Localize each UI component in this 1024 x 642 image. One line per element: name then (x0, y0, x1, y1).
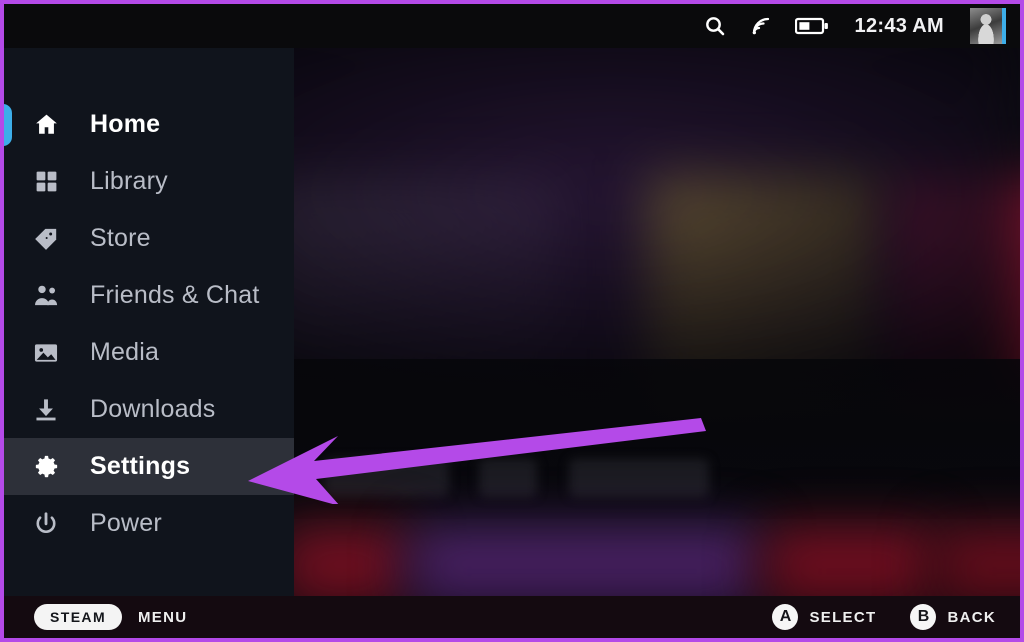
gear-icon (32, 453, 60, 481)
bg-ghost-button-3 (569, 459, 709, 497)
hint-select-label: SELECT (809, 608, 877, 626)
menu-label: MENU (138, 608, 188, 626)
wifi-icon (752, 17, 769, 35)
sidebar-item-friends-chat[interactable]: Friends & Chat (4, 267, 294, 324)
sidebar-item-settings[interactable]: Settings (4, 438, 294, 495)
sidebar-item-label: Home (90, 110, 161, 138)
selection-indicator (4, 104, 12, 146)
friends-icon (32, 282, 60, 310)
search-icon (705, 17, 724, 36)
hint-select[interactable]: A SELECT (772, 604, 876, 630)
sidebar-item-power[interactable]: Power (4, 495, 294, 552)
sidebar-item-library[interactable]: Library (4, 153, 294, 210)
clock: 12:43 AM (854, 14, 944, 37)
b-button-glyph: B (910, 604, 937, 630)
battery-status[interactable] (794, 16, 829, 36)
media-icon (32, 339, 60, 367)
library-icon (32, 168, 60, 196)
bottom-action-bar: STEAM MENU A SELECT B BACK (4, 596, 1020, 638)
sidebar-item-media[interactable]: Media (4, 324, 294, 381)
sidebar-item-downloads[interactable]: Downloads (4, 381, 294, 438)
hint-back[interactable]: B BACK (910, 604, 996, 630)
sidebar-item-store[interactable]: Store (4, 210, 294, 267)
sidebar-item-home[interactable]: Home (4, 96, 294, 153)
a-button-glyph: A (772, 604, 799, 630)
main-menu-sidebar: Home Library Store Friends & Chat Media … (4, 48, 294, 596)
power-icon (32, 510, 60, 538)
avatar[interactable] (970, 8, 1006, 44)
steam-button[interactable]: STEAM (34, 604, 122, 630)
status-bar: 12:43 AM (4, 4, 1020, 48)
steam-deck-screen: 12:43 AM Home Library Store Friends & Ch… (0, 0, 1024, 642)
sidebar-item-label: Store (90, 224, 151, 252)
home-icon (32, 111, 60, 139)
hint-back-label: BACK (947, 608, 996, 626)
bg-ghost-button-2 (479, 459, 537, 497)
download-icon (32, 396, 60, 424)
sidebar-item-label: Library (90, 167, 168, 195)
battery-icon (794, 17, 828, 35)
bg-ghost-button-1 (324, 459, 449, 497)
sidebar-item-label: Media (90, 338, 160, 366)
sidebar-item-label: Friends & Chat (90, 281, 260, 309)
wifi-status[interactable] (749, 14, 773, 38)
search-button[interactable] (703, 14, 727, 38)
sidebar-item-label: Settings (90, 452, 191, 480)
sidebar-item-label: Downloads (90, 395, 216, 423)
tag-icon (32, 225, 60, 253)
sidebar-item-label: Power (90, 509, 162, 537)
